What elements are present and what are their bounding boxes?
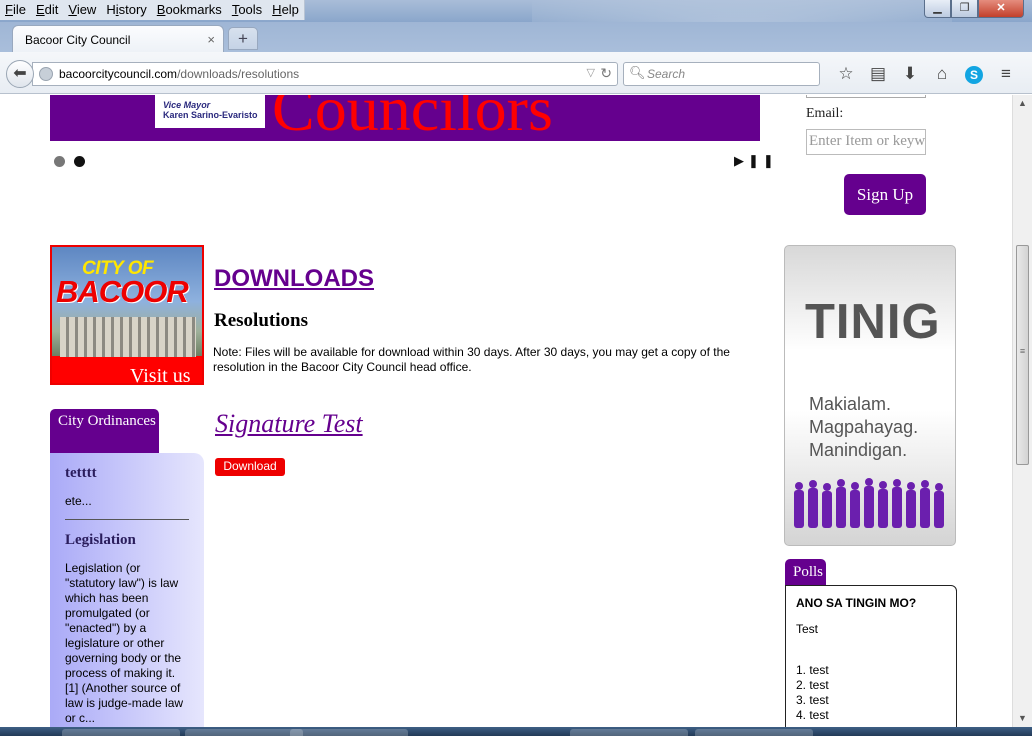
tinig-title: TINIG <box>805 295 941 349</box>
menu-bookmarks[interactable]: Bookmarks <box>152 0 227 20</box>
download-button[interactable]: Download <box>215 458 285 476</box>
search-placeholder: Search <box>647 67 686 81</box>
visit-us-label: Visit us <box>130 365 191 385</box>
menu-tools[interactable]: Tools <box>227 0 267 20</box>
reading-list-icon[interactable]: ▤ <box>862 61 894 87</box>
bookmark-star-icon[interactable]: ☆ <box>830 61 862 87</box>
pause-icon[interactable]: ❚❚ <box>748 153 778 168</box>
url-dropdown-icon[interactable]: ▽ <box>587 66 595 79</box>
city-hall-image <box>60 317 196 357</box>
menu-file[interactable]: File <box>0 0 31 20</box>
tab-strip: Bacoor City Council × + <box>0 22 1032 52</box>
downloads-icon[interactable]: ⬇ <box>894 61 926 87</box>
tinig-line-1: Makialam. <box>809 394 892 414</box>
play-icon[interactable]: ▶ <box>734 153 748 168</box>
poll-option[interactable]: 4. test <box>796 708 956 723</box>
menu-view[interactable]: View <box>63 0 101 20</box>
taskbar-item[interactable] <box>62 729 180 736</box>
window-controls: ▁ ❐ ✕ <box>924 0 1024 18</box>
city-ordinances-tab[interactable]: City Ordinances <box>50 409 159 453</box>
slider-pager <box>54 156 85 167</box>
menu-bar: File Edit View History Bookmarks Tools H… <box>0 0 305 20</box>
url-path: /downloads/resolutions <box>177 67 300 81</box>
globe-icon <box>39 67 53 81</box>
taskbar-item[interactable] <box>570 729 688 736</box>
tab-close-icon[interactable]: × <box>207 32 215 47</box>
vice-mayor-card: Vice Mayor Karen Sarino-Evaristo <box>155 95 265 128</box>
ordinance-excerpt: ete... <box>65 494 92 508</box>
os-taskbar <box>0 727 1032 736</box>
name-field-edge[interactable] <box>806 95 926 98</box>
ordinance-title[interactable]: Legislation <box>65 532 204 549</box>
councilors-banner: Vice Mayor Karen Sarino-Evaristo Council… <box>50 95 760 141</box>
url-host: bacoorcitycouncil.com <box>59 67 178 81</box>
vice-mayor-name: Karen Sarino-Evaristo <box>163 110 258 120</box>
email-field[interactable]: Enter Item or keyw <box>806 129 926 155</box>
tinig-line-2: Magpahayag. <box>809 417 919 437</box>
vertical-scrollbar[interactable]: ▲ ≡ ▼ <box>1012 95 1032 727</box>
scroll-up-icon[interactable]: ▲ <box>1013 95 1032 112</box>
back-arrow-icon: ⬅ <box>13 65 27 82</box>
minimize-button[interactable]: ▁ <box>924 0 951 18</box>
slider-dot-1[interactable] <box>54 156 65 167</box>
reload-icon[interactable]: ↻ <box>600 65 612 82</box>
scroll-thumb[interactable]: ≡ <box>1016 245 1029 465</box>
scroll-down-icon[interactable]: ▼ <box>1013 710 1032 727</box>
home-icon[interactable]: ⌂ <box>926 61 958 87</box>
back-button[interactable]: ⬅ <box>6 60 34 88</box>
poll-topic: Test <box>796 622 819 636</box>
file-title-link[interactable]: Signature Test <box>215 409 363 439</box>
visit-us-banner[interactable]: CITY OF BACOOR Visit us <box>50 245 204 385</box>
url-bar[interactable]: bacoorcitycouncil.com/downloads/resoluti… <box>32 62 618 86</box>
skype-icon[interactable]: S <box>958 61 990 87</box>
ordinance-title[interactable]: tetttt <box>65 465 204 482</box>
page-title[interactable]: DOWNLOADS <box>214 265 374 293</box>
vice-mayor-role: Vice Mayor <box>163 100 211 110</box>
tab-bacoor-city-council[interactable]: Bacoor City Council × <box>12 25 224 52</box>
ordinances-panel: tetttt ete... Legislation Legislation (o… <box>50 453 204 727</box>
crowd-silhouette-icon <box>794 478 944 528</box>
email-label: Email: <box>806 106 844 121</box>
close-window-button[interactable]: ✕ <box>978 0 1024 18</box>
tinig-banner[interactable]: TINIG Makialam. Magpahayag. Manindigan. <box>784 245 956 546</box>
taskbar-item[interactable] <box>290 729 408 736</box>
ordinance-excerpt: Legislation (or "statutory law") is law … <box>65 561 184 725</box>
slider-controls: ▶❚❚ <box>734 153 778 169</box>
taskbar-item[interactable] <box>695 729 813 736</box>
visit-bacoor: BACOOR <box>56 274 189 309</box>
download-note: Note: Files will be available for downlo… <box>213 345 730 374</box>
page-viewport: Vice Mayor Karen Sarino-Evaristo Council… <box>0 95 1012 727</box>
slider-dot-2[interactable] <box>74 156 85 167</box>
toolbar-icons: ☆ ▤ ⬇ ⌂ S ≡ <box>830 61 1022 87</box>
polls-panel: ANO SA TINGIN MO? Test 1. test 2. test 3… <box>785 585 957 727</box>
poll-question: ANO SA TINGIN MO? <box>796 596 917 610</box>
search-icon: 🔍︎ <box>629 65 646 80</box>
tab-title: Bacoor City Council <box>25 33 131 47</box>
poll-option[interactable]: 1. test <box>796 663 956 678</box>
taskbar-item[interactable] <box>185 729 303 736</box>
sign-up-button[interactable]: Sign Up <box>844 174 926 215</box>
menu-help[interactable]: Help <box>267 0 304 20</box>
menu-history[interactable]: History <box>101 0 151 20</box>
banner-headline: Councilors <box>272 95 553 141</box>
poll-options: 1. test 2. test 3. test 4. test <box>796 663 956 723</box>
nav-toolbar: bacoorcitycouncil.com/downloads/resoluti… <box>0 52 1032 94</box>
poll-option[interactable]: 3. test <box>796 693 956 708</box>
new-tab-button[interactable]: + <box>228 27 258 50</box>
section-subtitle: Resolutions <box>214 310 308 331</box>
tinig-line-3: Manindigan. <box>809 440 908 460</box>
maximize-button[interactable]: ❐ <box>951 0 978 18</box>
ordinance-divider <box>65 519 189 520</box>
hamburger-menu-icon[interactable]: ≡ <box>990 61 1022 87</box>
polls-tab[interactable]: Polls <box>785 559 826 586</box>
poll-option[interactable]: 2. test <box>796 678 956 693</box>
search-input[interactable]: 🔍︎ Search <box>623 62 820 86</box>
menu-edit[interactable]: Edit <box>31 0 63 20</box>
